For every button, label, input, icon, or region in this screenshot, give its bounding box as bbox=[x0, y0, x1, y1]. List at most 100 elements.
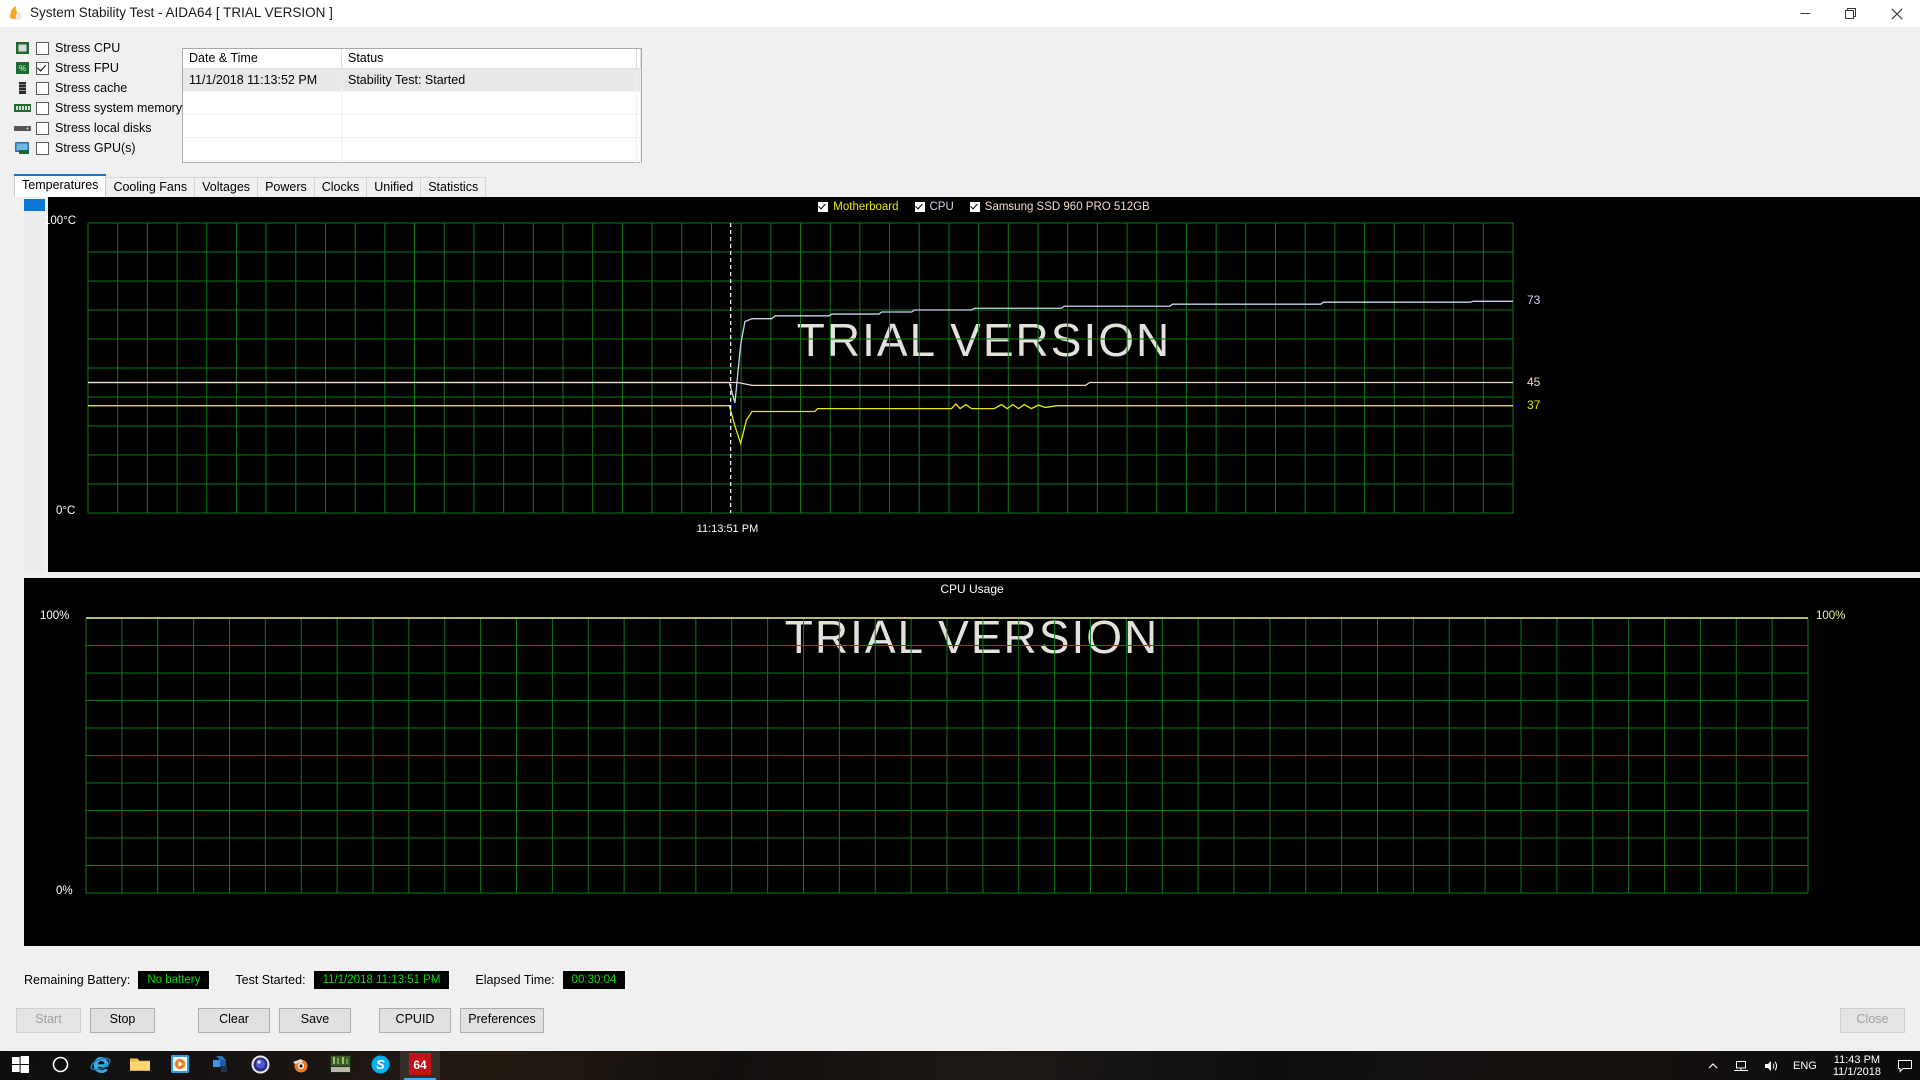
close-button: Close bbox=[1840, 1008, 1905, 1033]
stress-option-row[interactable]: Stress cache bbox=[14, 78, 179, 98]
stress-option-checkbox[interactable] bbox=[36, 41, 49, 55]
cpu-icon bbox=[14, 41, 31, 55]
tab-statistics[interactable]: Statistics bbox=[420, 177, 487, 197]
stress-option-label: Stress local disks bbox=[55, 121, 152, 135]
cpuid-button[interactable]: CPUID bbox=[379, 1008, 451, 1033]
stress-option-checkbox[interactable] bbox=[36, 141, 49, 155]
log-cell-spacer bbox=[636, 160, 641, 184]
log-cell-spacer bbox=[636, 91, 641, 115]
clock-date: 11/1/2018 bbox=[1832, 1065, 1881, 1078]
minimize-button[interactable] bbox=[1782, 0, 1828, 27]
window-controls bbox=[1782, 0, 1920, 27]
test-started-label: Test Started: bbox=[235, 973, 306, 987]
language-indicator[interactable]: ENG bbox=[1786, 1051, 1824, 1080]
event-log-panel[interactable]: Date & Time Status 11/1/2018 11:13:52 PM… bbox=[182, 48, 642, 184]
series-current-value: 45 bbox=[1527, 374, 1541, 389]
metric-tabs: Temperatures Cooling Fans Voltages Powers Cl… bbox=[14, 174, 487, 197]
svg-text:64: 64 bbox=[413, 1058, 427, 1072]
preferences-button[interactable]: Preferences bbox=[460, 1008, 544, 1033]
stress-option-row[interactable]: % Stress FPU bbox=[14, 58, 179, 78]
table-row[interactable] bbox=[183, 91, 641, 115]
table-header-row: Date & Time Status bbox=[183, 49, 641, 69]
tab-clocks[interactable]: Clocks bbox=[313, 177, 368, 197]
graph-scrollbar[interactable] bbox=[24, 199, 45, 572]
temperatures-graph-panel[interactable]: Motherboard CPU Samsung SSD 960 PRO 512GB … bbox=[44, 197, 1920, 572]
log-cell-status: Stability Test: Started bbox=[341, 68, 637, 92]
log-cell-status bbox=[341, 137, 637, 161]
skype-app[interactable]: S bbox=[360, 1051, 400, 1080]
browser-app[interactable] bbox=[240, 1051, 280, 1080]
stress-option-label: Stress system memory bbox=[55, 101, 183, 115]
stress-option-row[interactable]: Stress GPU(s) bbox=[14, 138, 179, 158]
elapsed-time-value: 00:30:04 bbox=[562, 971, 626, 989]
stress-option-label: Stress CPU bbox=[55, 41, 121, 55]
cpu-usage-graph-panel[interactable]: CPU Usage TRIAL VERSION 100% 0% 100% bbox=[24, 578, 1920, 946]
tab-temperatures[interactable]: Temperatures bbox=[14, 174, 107, 197]
notification-icon[interactable] bbox=[1890, 1051, 1920, 1080]
log-cell-datetime: 11/1/2018 11:13:52 PM bbox=[183, 68, 342, 92]
scrollbar-thumb[interactable] bbox=[24, 199, 45, 211]
status-bar: Remaining Battery: No battery Test Start… bbox=[24, 966, 651, 994]
table-row[interactable]: 11/1/2018 11:13:52 PM Stability Test: Sta… bbox=[183, 68, 641, 92]
table-row[interactable] bbox=[183, 137, 641, 161]
column-header-datetime[interactable]: Date & Time bbox=[183, 49, 342, 69]
save-button[interactable]: Save bbox=[279, 1008, 351, 1033]
tab-cooling-fans[interactable]: Cooling Fans bbox=[105, 177, 196, 197]
cpu-axis-right-label: 100% bbox=[1816, 610, 1846, 622]
stress-option-row[interactable]: Stress local disks bbox=[14, 118, 179, 138]
stress-option-label: Stress FPU bbox=[55, 61, 119, 75]
blender-icon bbox=[290, 1054, 311, 1078]
stress-option-checkbox[interactable] bbox=[36, 121, 49, 135]
series-current-value: 73 bbox=[1527, 293, 1541, 308]
battery-label: Remaining Battery: bbox=[24, 973, 131, 987]
tab-unified[interactable]: Unified bbox=[366, 177, 422, 197]
media-play-icon bbox=[170, 1054, 190, 1077]
start-button[interactable] bbox=[0, 1051, 40, 1080]
memory-icon bbox=[14, 101, 31, 115]
temp-time-marker-label: 11:13:51 PM bbox=[696, 523, 759, 535]
store-app[interactable] bbox=[200, 1051, 240, 1080]
tray-expand-chevron-icon[interactable] bbox=[1700, 1051, 1726, 1080]
media-player[interactable] bbox=[160, 1051, 200, 1080]
clear-button[interactable]: Clear bbox=[198, 1008, 270, 1033]
windows-taskbar: S 64 ENG 11:43 PM 11/1/2018 bbox=[0, 1051, 1920, 1080]
column-header-spacer bbox=[636, 49, 641, 69]
store-icon bbox=[210, 1054, 230, 1077]
stress-option-label: Stress cache bbox=[55, 81, 128, 95]
scrollbar-track[interactable] bbox=[24, 199, 45, 572]
column-header-status[interactable]: Status bbox=[341, 49, 637, 69]
game-icon bbox=[329, 1054, 351, 1077]
stress-option-row[interactable]: Stress system memory bbox=[14, 98, 183, 118]
stress-option-checkbox[interactable] bbox=[36, 61, 49, 75]
title-bar: System Stability Test - AIDA64 [ TRIAL V… bbox=[0, 0, 1920, 28]
table-row[interactable] bbox=[183, 114, 641, 138]
file-explorer[interactable] bbox=[120, 1051, 160, 1080]
stop-button[interactable]: Stop bbox=[90, 1008, 155, 1033]
stress-options-list: Stress CPU% Stress FPU Stress cache Stress … bbox=[14, 38, 183, 158]
test-started-value: 11/1/2018 11:13:51 PM bbox=[313, 971, 450, 989]
volume-icon[interactable] bbox=[1756, 1051, 1786, 1080]
stress-option-checkbox[interactable] bbox=[36, 101, 49, 115]
tab-voltages[interactable]: Voltages bbox=[194, 177, 259, 197]
blender-app[interactable] bbox=[280, 1051, 320, 1080]
taskbar-icons: S 64 bbox=[0, 1051, 440, 1080]
aida64-app[interactable]: 64 bbox=[400, 1051, 440, 1080]
log-cell-spacer bbox=[636, 137, 641, 161]
network-icon[interactable] bbox=[1726, 1051, 1756, 1080]
maximize-restore-button[interactable] bbox=[1828, 0, 1874, 27]
close-button[interactable] bbox=[1874, 0, 1920, 27]
event-log-table: Date & Time Status 11/1/2018 11:13:52 PM… bbox=[183, 49, 641, 184]
tab-powers[interactable]: Powers bbox=[257, 177, 315, 197]
internet-explorer[interactable] bbox=[80, 1051, 120, 1080]
windows-logo-icon bbox=[11, 1055, 30, 1077]
internet-explorer-icon bbox=[89, 1054, 111, 1078]
fpu-icon: % bbox=[14, 61, 31, 75]
cpu-axis-top-label: 100% bbox=[40, 610, 70, 622]
orb-browser-icon bbox=[250, 1054, 271, 1078]
stress-option-row[interactable]: Stress CPU bbox=[14, 38, 179, 58]
taskbar-clock[interactable]: 11:43 PM 11/1/2018 bbox=[1824, 1051, 1890, 1080]
game-app[interactable] bbox=[320, 1051, 360, 1080]
stress-option-checkbox[interactable] bbox=[36, 81, 49, 95]
skype-icon: S bbox=[370, 1054, 391, 1078]
cortana-button[interactable] bbox=[40, 1051, 80, 1080]
